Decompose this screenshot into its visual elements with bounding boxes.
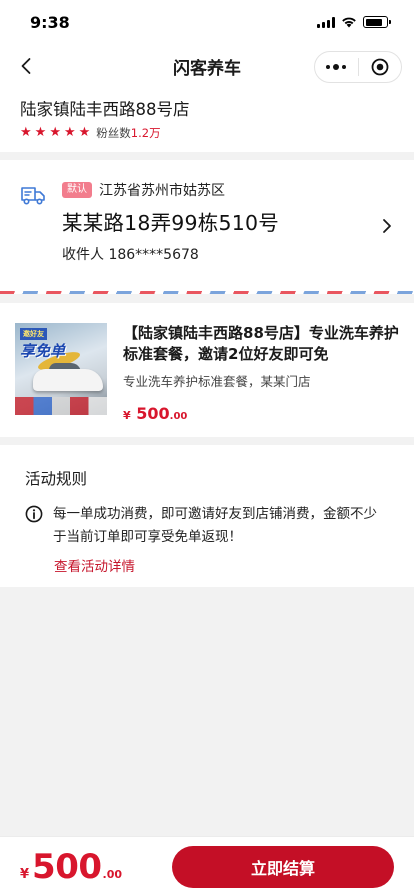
envelope-border [0,291,414,294]
fans-count: 1.2万 [130,126,161,140]
image-tag-main: 享免单 [20,342,66,360]
address-body: 默认 江苏省苏州市姑苏区 某某路18弄99栋510号 收件人 186****56… [62,180,394,264]
chevron-right-icon [383,219,391,233]
star-icon: ★ [49,125,61,140]
rating-stars: ★ ★ ★ ★ ★ [20,126,90,140]
shop-header: 陆家镇陆丰西路88号店 ★ ★ ★ ★ ★ 粉丝数1.2万 [0,88,414,152]
fans-label: 粉丝数 [96,126,131,140]
rules-text: 每一单成功消费，即可邀请好友到店铺消费，金额不少于当前订单即可享受免单返现！ [53,506,377,545]
product-info: 【陆家镇陆丰西路88号店】专业洗车养护标准套餐，邀请2位好友即可免 专业洗车养护… [123,323,399,437]
checkout-bar: ¥ 500 .00 立即结算 [0,836,414,896]
address-line1: 默认 江苏省苏州市姑苏区 [62,180,394,200]
close-miniapp-button[interactable] [359,52,402,82]
miniapp-capsule [314,51,402,83]
address-region: 江苏省苏州市姑苏区 [99,183,225,199]
fans-info: 粉丝数1.2万 [96,125,160,141]
total-integer: 500 [32,846,102,887]
more-button[interactable] [315,52,358,82]
close-target-icon [371,58,389,76]
total-symbol: ¥ [20,866,30,882]
product-title: 【陆家镇陆丰西路88号店】专业洗车养护标准套餐，邀请2位好友即可免 [123,324,399,363]
product-desc: 专业洗车养护标准套餐，某某门店 [123,374,311,389]
recipient-info: 收件人 186****5678 [62,247,199,263]
battery-icon [363,16,391,28]
nav-bar: 闪客养车 [0,44,414,88]
product-price: ¥ 500.00 [123,404,399,423]
star-icon: ★ [63,125,76,140]
star-icon: ★ [34,125,47,140]
status-icons [317,16,391,28]
rules-detail-link[interactable]: 查看活动详情 [54,555,135,575]
back-arrow-icon [21,58,31,74]
checkout-button[interactable]: 立即结算 [172,846,394,888]
rules-title: 活动规则 [25,470,88,488]
info-icon [25,505,43,523]
back-button[interactable] [12,52,40,80]
rules-content: 每一单成功消费，即可邀请好友到店铺消费，金额不少于当前订单即可享受免单返现！ [25,503,389,549]
shop-meta: ★ ★ ★ ★ ★ 粉丝数1.2万 [20,125,394,141]
star-icon: ★ [78,125,91,140]
image-tag-top: 邀好友 [20,328,47,340]
signal-icon [317,16,335,28]
status-bar: 9:38 [0,0,414,44]
default-badge: 默认 [62,182,92,198]
wifi-icon [342,17,356,28]
total-price: ¥ 500 .00 [20,847,122,887]
rules-card: 活动规则 每一单成功消费，即可邀请好友到店铺消费，金额不少于当前订单即可享受免单… [0,445,414,587]
shop-name: 陆家镇陆丰西路88号店 [20,100,190,119]
price-integer: 500 [136,404,170,423]
price-decimal: .00 [169,411,188,422]
more-dots-icon [326,64,347,70]
address-card[interactable]: 默认 江苏省苏州市姑苏区 某某路18弄99栋510号 收件人 186****56… [0,160,414,294]
price-symbol: ¥ [123,409,131,422]
status-time: 9:38 [30,12,70,32]
total-decimal: .00 [102,867,123,881]
star-icon: ★ [20,125,32,140]
truck-icon [21,187,45,205]
product-card[interactable]: 邀好友 享免单 【陆家镇陆丰西路88号店】专业洗车养护标准套餐，邀请2位好友即可… [0,303,414,437]
address-street: 某某路18弄99栋510号 [62,211,279,235]
product-image: 邀好友 享免单 [15,323,107,415]
